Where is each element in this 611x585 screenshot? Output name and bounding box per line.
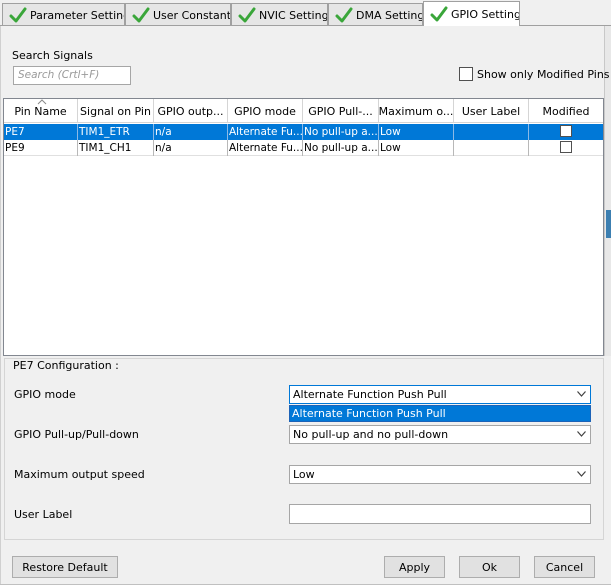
tab-parameter-settings[interactable]: Parameter Settings (2, 3, 125, 26)
cell-pull: No pull-up a... (304, 140, 379, 156)
gpio-mode-label: GPIO mode (14, 388, 76, 401)
user-label-input[interactable] (289, 504, 591, 524)
gpio-mode-value: Alternate Function Push Pull (293, 388, 447, 401)
cell-signal: TIM1_CH1 (78, 140, 154, 156)
tab-dma-settings[interactable]: DMA Settings (328, 3, 423, 26)
side-marker (606, 210, 611, 238)
tab-label: NVIC Settings (259, 8, 328, 22)
cancel-button[interactable]: Cancel (534, 556, 595, 578)
col-header-max-output[interactable]: Maximum o... (379, 99, 454, 123)
cell-mode: Alternate Fu... (229, 140, 303, 156)
col-header-gpio-output[interactable]: GPIO outp... (154, 99, 228, 123)
col-header-gpio-pull[interactable]: GPIO Pull-... (303, 99, 379, 123)
tab-user-constants[interactable]: User Constants (125, 3, 231, 26)
cell-speed: Low (379, 140, 454, 156)
col-header-user-label[interactable]: User Label (454, 99, 529, 123)
dropdown-option[interactable]: Alternate Function Push Pull (289, 405, 591, 422)
cell-signal: TIM1_ETR (78, 124, 154, 140)
cell-pin: PE9 (4, 140, 78, 156)
show-modified-label: Show only Modified Pins (477, 67, 610, 81)
table-header: Pin Name Signal on Pin GPIO outp... GPIO… (4, 99, 603, 123)
pull-value: No pull-up and no pull-down (293, 428, 449, 441)
cell-output: n/a (154, 124, 228, 140)
col-header-pin-name[interactable]: Pin Name (4, 99, 78, 123)
speed-label: Maximum output speed (14, 468, 145, 481)
search-input[interactable]: Search (Crtl+F) (13, 66, 131, 85)
chevron-down-icon (577, 431, 586, 437)
show-modified-checkbox[interactable]: Show only Modified Pins (459, 67, 610, 81)
checkbox-box[interactable] (459, 67, 473, 81)
cell-output: n/a (154, 140, 228, 156)
cell-mode: Alternate Fu... (229, 124, 303, 140)
table-row[interactable]: PE9 TIM1_CH1 n/a Alternate Fu... No pull… (4, 140, 603, 156)
configuration-title: PE7 Configuration : (12, 359, 120, 372)
cell-pull: No pull-up a... (304, 124, 379, 140)
pull-label: GPIO Pull-up/Pull-down (14, 428, 139, 441)
cell-user-label (454, 124, 529, 140)
cell-speed: Low (379, 124, 454, 140)
restore-default-button[interactable]: Restore Default (12, 556, 118, 578)
green-check-icon (335, 7, 353, 23)
green-check-icon (9, 7, 27, 23)
modified-checkbox[interactable] (560, 125, 572, 137)
pin-table: Pin Name Signal on Pin GPIO outp... GPIO… (3, 98, 604, 356)
apply-button[interactable]: Apply (384, 556, 445, 578)
speed-value: Low (293, 468, 315, 481)
green-check-icon (132, 7, 150, 23)
chevron-down-icon (577, 391, 586, 397)
cell-modified (529, 140, 603, 156)
tab-label: DMA Settings (356, 8, 423, 22)
modified-checkbox[interactable] (560, 141, 572, 153)
gpio-mode-select[interactable]: Alternate Function Push Pull (289, 385, 591, 404)
col-header-modified[interactable]: Modified (529, 99, 603, 123)
tab-label: Parameter Settings (30, 8, 124, 22)
green-check-icon (430, 6, 448, 22)
cell-pin: PE7 (4, 124, 78, 140)
col-header-signal[interactable]: Signal on Pin (78, 99, 154, 123)
ok-button[interactable]: Ok (459, 556, 520, 578)
tab-label: User Constants (153, 8, 231, 22)
cell-user-label (454, 140, 529, 156)
tab-label: GPIO Settings (451, 7, 520, 21)
table-row[interactable]: PE7 TIM1_ETR n/a Alternate Fu... No pull… (4, 124, 603, 140)
speed-select[interactable]: Low (289, 465, 591, 484)
chevron-down-icon (577, 471, 586, 477)
search-signals-label: Search Signals (12, 49, 93, 62)
tab-bar: Parameter Settings User Constants NVIC S… (0, 0, 611, 26)
cell-modified (529, 124, 603, 140)
col-header-gpio-mode[interactable]: GPIO mode (228, 99, 303, 123)
pull-select[interactable]: No pull-up and no pull-down (289, 425, 591, 444)
tab-nvic-settings[interactable]: NVIC Settings (231, 3, 328, 26)
user-label-label: User Label (14, 508, 73, 521)
tab-gpio-settings[interactable]: GPIO Settings (423, 1, 520, 26)
green-check-icon (238, 7, 256, 23)
